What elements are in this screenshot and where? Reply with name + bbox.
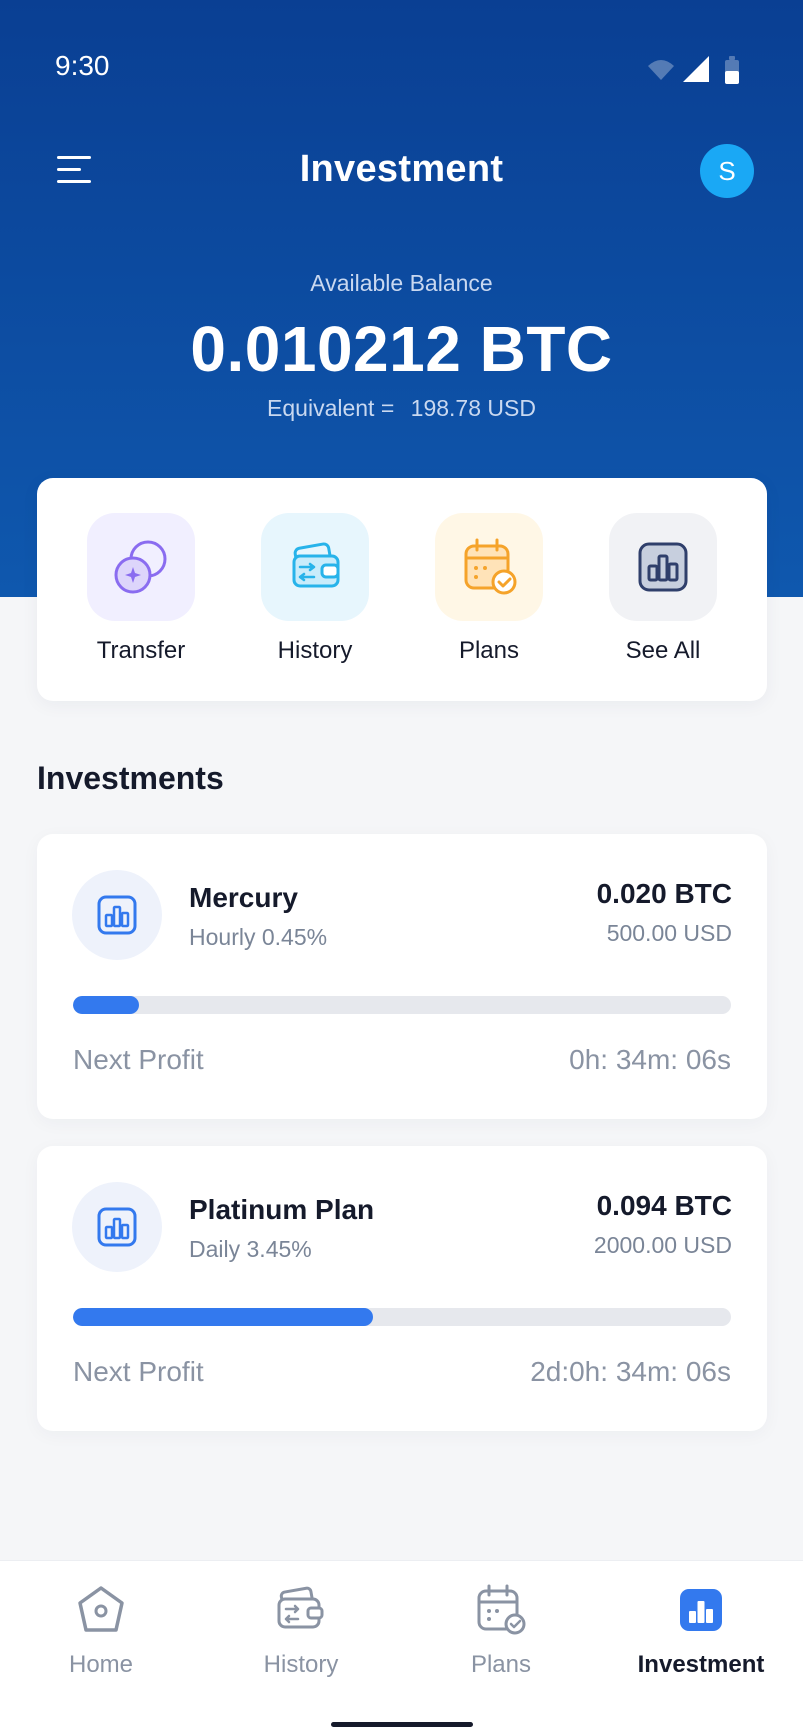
tab-label: Investment — [637, 1651, 765, 1678]
investments-section-title: Investments — [37, 760, 224, 796]
investment-btc-amount: 0.020 BTC — [596, 878, 732, 909]
status-icons — [643, 54, 753, 90]
investment-name: Mercury — [189, 882, 298, 913]
investment-progress-bar — [73, 996, 731, 1014]
quick-action-see-all[interactable]: See All — [593, 513, 733, 665]
status-time: 9:30 — [55, 50, 110, 81]
investment-chart-icon — [72, 870, 162, 960]
quick-action-label: History — [277, 637, 353, 664]
investment-rate: Hourly 0.45% — [189, 924, 328, 950]
quick-action-label: See All — [625, 637, 701, 664]
quick-action-plans[interactable]: Plans — [419, 513, 559, 665]
equivalent-value: 198.78 USD — [410, 395, 536, 421]
transfer-coins-icon — [87, 513, 195, 621]
tab-plans[interactable]: Plans — [401, 1583, 601, 1679]
calendar-check-icon — [474, 1583, 528, 1637]
tab-label: Home — [68, 1651, 134, 1678]
investment-card-mercury[interactable]: Mercury Hourly 0.45% 0.020 BTC 500.00 US… — [37, 834, 767, 1119]
tab-label: History — [263, 1651, 339, 1678]
investment-name: Platinum Plan — [189, 1194, 375, 1225]
investment-usd-amount: 2000.00 USD — [593, 1232, 732, 1258]
equivalent-balance: Equivalent = 198.78 USD — [0, 395, 803, 422]
balance-value: 0.010212 BTC — [190, 313, 613, 385]
signal-icon — [683, 56, 709, 82]
wifi-icon — [648, 60, 674, 80]
quick-actions-card: Transfer History Plans See All — [37, 478, 767, 701]
calendar-check-icon — [435, 513, 543, 621]
page-title: Investment — [299, 148, 504, 190]
investment-progress-fill — [73, 1308, 374, 1326]
quick-action-transfer[interactable]: Transfer — [71, 513, 211, 665]
investment-progress-bar — [73, 1308, 731, 1326]
home-indicator — [331, 1722, 473, 1727]
next-profit-label: Next Profit — [73, 1356, 204, 1387]
tab-home[interactable]: Home — [1, 1583, 201, 1679]
investment-btc-amount: 0.094 BTC — [596, 1190, 732, 1221]
investment-card-platinum-plan[interactable]: Platinum Plan Daily 3.45% 0.094 BTC 2000… — [37, 1146, 767, 1431]
wallet-history-icon — [274, 1583, 328, 1637]
next-profit-countdown: 0h: 34m: 06s — [569, 1044, 731, 1075]
wallet-history-icon — [261, 513, 369, 621]
tab-history[interactable]: History — [201, 1583, 401, 1679]
home-icon — [74, 1583, 128, 1637]
balance-label: Available Balance — [310, 270, 493, 296]
equivalent-label: Equivalent = — [267, 395, 395, 421]
next-profit-countdown: 2d:0h: 34m: 06s — [530, 1356, 731, 1387]
quick-action-label: Transfer — [96, 637, 186, 664]
bottom-tab-bar: Home History Plans Investment — [0, 1560, 803, 1732]
investment-rate: Daily 3.45% — [189, 1236, 312, 1262]
avatar[interactable]: S — [700, 144, 754, 198]
chart-box-icon — [609, 513, 717, 621]
investment-progress-fill — [73, 996, 139, 1014]
quick-action-history[interactable]: History — [245, 513, 385, 665]
next-profit-label: Next Profit — [73, 1044, 204, 1075]
quick-action-label: Plans — [458, 637, 520, 664]
tab-investment[interactable]: Investment — [601, 1583, 801, 1679]
investment-chart-icon — [674, 1583, 728, 1637]
tab-label: Plans — [470, 1651, 532, 1678]
investment-usd-amount: 500.00 USD — [606, 920, 732, 946]
battery-icon — [725, 56, 739, 84]
investment-chart-icon — [72, 1182, 162, 1272]
